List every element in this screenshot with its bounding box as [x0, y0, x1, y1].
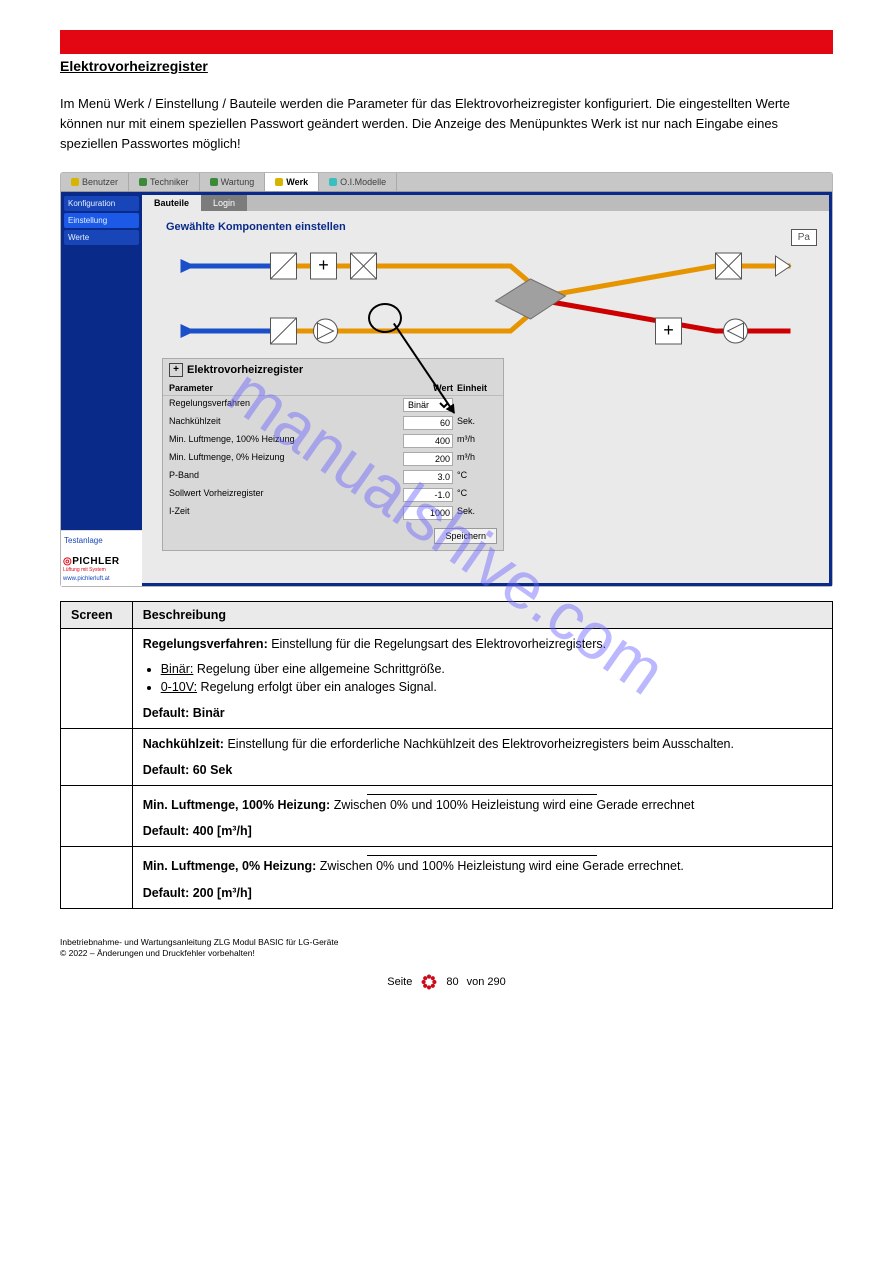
inner-tab-login[interactable]: Login	[201, 195, 247, 211]
param-row: P-Band °C	[163, 468, 503, 486]
param-name: P-Band	[169, 470, 398, 484]
brand-block: ◎PICHLER Lüftung mit System www.pichlerl…	[61, 550, 142, 586]
desc-cell: Regelungsverfahren: Einstellung für die …	[132, 629, 832, 729]
tab-ojmodelle[interactable]: O.I.Modelle	[319, 173, 397, 191]
param-name: Min. Luftmenge, 100% Heizung	[169, 434, 398, 448]
description-table: Screen Beschreibung Regelungsverfahren: …	[60, 601, 833, 908]
brand-url: www.pichlerluft.at	[63, 576, 140, 582]
page-footer: Seite 80 von 290	[60, 973, 833, 991]
param-row: Nachkühlzeit Sek.	[163, 414, 503, 432]
header-red-bar	[60, 30, 833, 54]
th-screen: Screen	[61, 602, 133, 629]
sidebar-item-werte[interactable]: Werte	[64, 230, 139, 245]
param-panel-title: + Elektrovorheizregister	[163, 359, 503, 381]
ring-icon	[420, 973, 438, 991]
param-unit: °C	[457, 470, 497, 484]
screen-cell	[61, 847, 133, 908]
outer-tabbar: Benutzer Techniker Wartung Werk O.I.Mode…	[61, 173, 832, 192]
canvas-area: Bauteile Login Gewählte Komponenten eins…	[142, 192, 832, 586]
col-wert: Wert	[398, 383, 457, 393]
page-of: von 290	[467, 976, 506, 988]
brand-tagline: Lüftung mit System	[63, 567, 140, 573]
inner-tab-bauteile[interactable]: Bauteile	[142, 195, 201, 211]
tab-wartung[interactable]: Wartung	[200, 173, 266, 191]
tab-werk[interactable]: Werk	[265, 173, 319, 191]
section-title: Elektrovorheizregister	[60, 58, 833, 74]
sidebar: Konfiguration Einstellung Werte	[61, 192, 142, 530]
intro-paragraph: Im Menü Werk / Einstellung / Bauteile we…	[60, 94, 833, 154]
param-input[interactable]	[403, 416, 453, 430]
param-unit: m³/h	[457, 452, 497, 466]
param-name: Min. Luftmenge, 0% Heizung	[169, 452, 398, 466]
param-panel: + Elektrovorheizregister Parameter Wert …	[162, 358, 504, 551]
param-unit: Sek.	[457, 506, 497, 520]
param-name: Nachkühlzeit	[169, 416, 398, 430]
param-name: Regelungsverfahren	[169, 398, 398, 412]
param-name: Sollwert Vorheizregister	[169, 488, 398, 502]
sidebar-item-konfiguration[interactable]: Konfiguration	[64, 196, 139, 211]
page-label: Seite	[387, 976, 412, 988]
param-unit	[457, 398, 497, 412]
sidebar-item-einstellung[interactable]: Einstellung	[64, 213, 139, 228]
inner-tabbar: Bauteile Login	[142, 195, 829, 211]
page-number: 80	[446, 976, 458, 988]
screen-cell	[61, 629, 133, 729]
desc-cell: Nachkühlzeit: Einstellung für die erford…	[132, 728, 832, 785]
param-row: Min. Luftmenge, 100% Heizung m³/h	[163, 432, 503, 450]
param-row: Min. Luftmenge, 0% Heizung m³/h	[163, 450, 503, 468]
param-unit: Sek.	[457, 416, 497, 430]
screen-cell	[61, 786, 133, 847]
save-button[interactable]: Speichern	[434, 528, 497, 544]
pichler-logo: ◎PICHLER	[63, 556, 140, 567]
hvac-schematic: + +	[162, 241, 809, 356]
app-screenshot: Benutzer Techniker Wartung Werk O.I.Mode…	[60, 172, 833, 587]
param-input[interactable]	[403, 434, 453, 448]
param-input[interactable]	[403, 506, 453, 520]
param-unit: m³/h	[457, 434, 497, 448]
svg-text:+: +	[663, 320, 674, 340]
testanlage-label: Testanlage	[61, 530, 142, 550]
param-input[interactable]	[403, 470, 453, 484]
param-row: Sollwert Vorheizregister °C	[163, 486, 503, 504]
desc-cell: Min. Luftmenge, 0% Heizung: Zwischen 0% …	[132, 847, 832, 908]
footnote: Inbetriebnahme- und Wartungsanleitung ZL…	[60, 937, 833, 959]
tab-benutzer[interactable]: Benutzer	[61, 173, 129, 191]
param-name: I-Zeit	[169, 506, 398, 520]
param-input[interactable]	[403, 452, 453, 466]
param-row: I-Zeit Sek.	[163, 504, 503, 522]
col-einheit: Einheit	[457, 383, 497, 393]
th-beschreibung: Beschreibung	[132, 602, 832, 629]
screen-cell	[61, 728, 133, 785]
desc-cell: Min. Luftmenge, 100% Heizung: Zwischen 0…	[132, 786, 832, 847]
param-unit: °C	[457, 488, 497, 502]
param-input[interactable]	[403, 488, 453, 502]
expand-icon[interactable]: +	[169, 363, 183, 377]
col-parameter: Parameter	[169, 383, 398, 393]
svg-text:+: +	[318, 255, 329, 275]
canvas-title: Gewählte Komponenten einstellen	[142, 211, 829, 241]
tab-techniker[interactable]: Techniker	[129, 173, 200, 191]
